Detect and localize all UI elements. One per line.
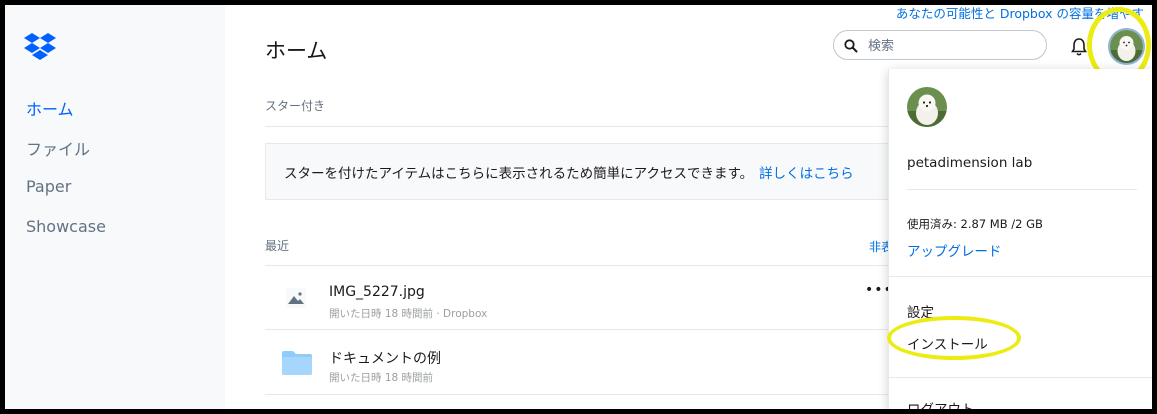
list-item[interactable]: IMG_5227.jpg 開いた日時 18 時間前 · Dropbox •••: [265, 267, 905, 329]
recent-section-label: 最近: [265, 239, 290, 253]
search-icon: [844, 39, 858, 53]
dropbox-logo-icon[interactable]: [24, 32, 58, 62]
folder-icon: [282, 351, 312, 375]
search-box[interactable]: [833, 30, 1047, 60]
divider: [265, 126, 905, 127]
divider: [889, 276, 1152, 277]
file-name: IMG_5227.jpg: [329, 284, 425, 300]
folder-name: ドキュメントの例: [329, 351, 441, 367]
menu-avatar: [907, 87, 947, 127]
divider: [907, 189, 1137, 190]
account-name: petadimension lab: [907, 155, 1033, 171]
learn-more-link[interactable]: 詳しくはこちら: [759, 166, 854, 182]
notice-text: スターを付けたアイテムはこちらに表示されるため簡単にアクセスできます。: [284, 166, 754, 182]
starred-empty-notice: スターを付けたアイテムはこちらに表示されるため簡単にアクセスできます。 詳しくはこ…: [265, 143, 905, 200]
folder-meta: 開いた日時 18 時間前: [329, 372, 434, 384]
divider: [265, 265, 905, 266]
divider: [265, 329, 905, 330]
install-highlight-ring: [887, 316, 1021, 360]
logout-menu-item[interactable]: ログアウト: [907, 398, 975, 409]
search-input[interactable]: [866, 35, 1040, 57]
sidebar-item-home[interactable]: ホーム: [26, 96, 74, 120]
sidebar-item-showcase[interactable]: Showcase: [26, 217, 106, 236]
sidebar-item-files[interactable]: ファイル: [26, 136, 90, 160]
divider: [889, 377, 1152, 378]
page-title: ホーム: [265, 39, 328, 63]
file-meta: 開いた日時 18 時間前 · Dropbox: [329, 308, 488, 320]
upgrade-link[interactable]: アップグレード: [907, 240, 1002, 260]
image-file-icon: [286, 288, 306, 308]
app-window: ホーム ファイル Paper Showcase あなたの可能性と Dropbox…: [5, 5, 1152, 409]
storage-usage: 使用済み: 2.87 MB /2 GB: [907, 217, 1043, 231]
divider: [265, 394, 905, 395]
starred-section-label: スター付き: [265, 99, 326, 113]
notification-bell-icon[interactable]: [1071, 37, 1087, 57]
sidebar-item-paper[interactable]: Paper: [26, 177, 71, 196]
sidebar: ホーム ファイル Paper Showcase: [5, 5, 225, 409]
list-item[interactable]: ドキュメントの例 開いた日時 18 時間前: [265, 331, 905, 393]
